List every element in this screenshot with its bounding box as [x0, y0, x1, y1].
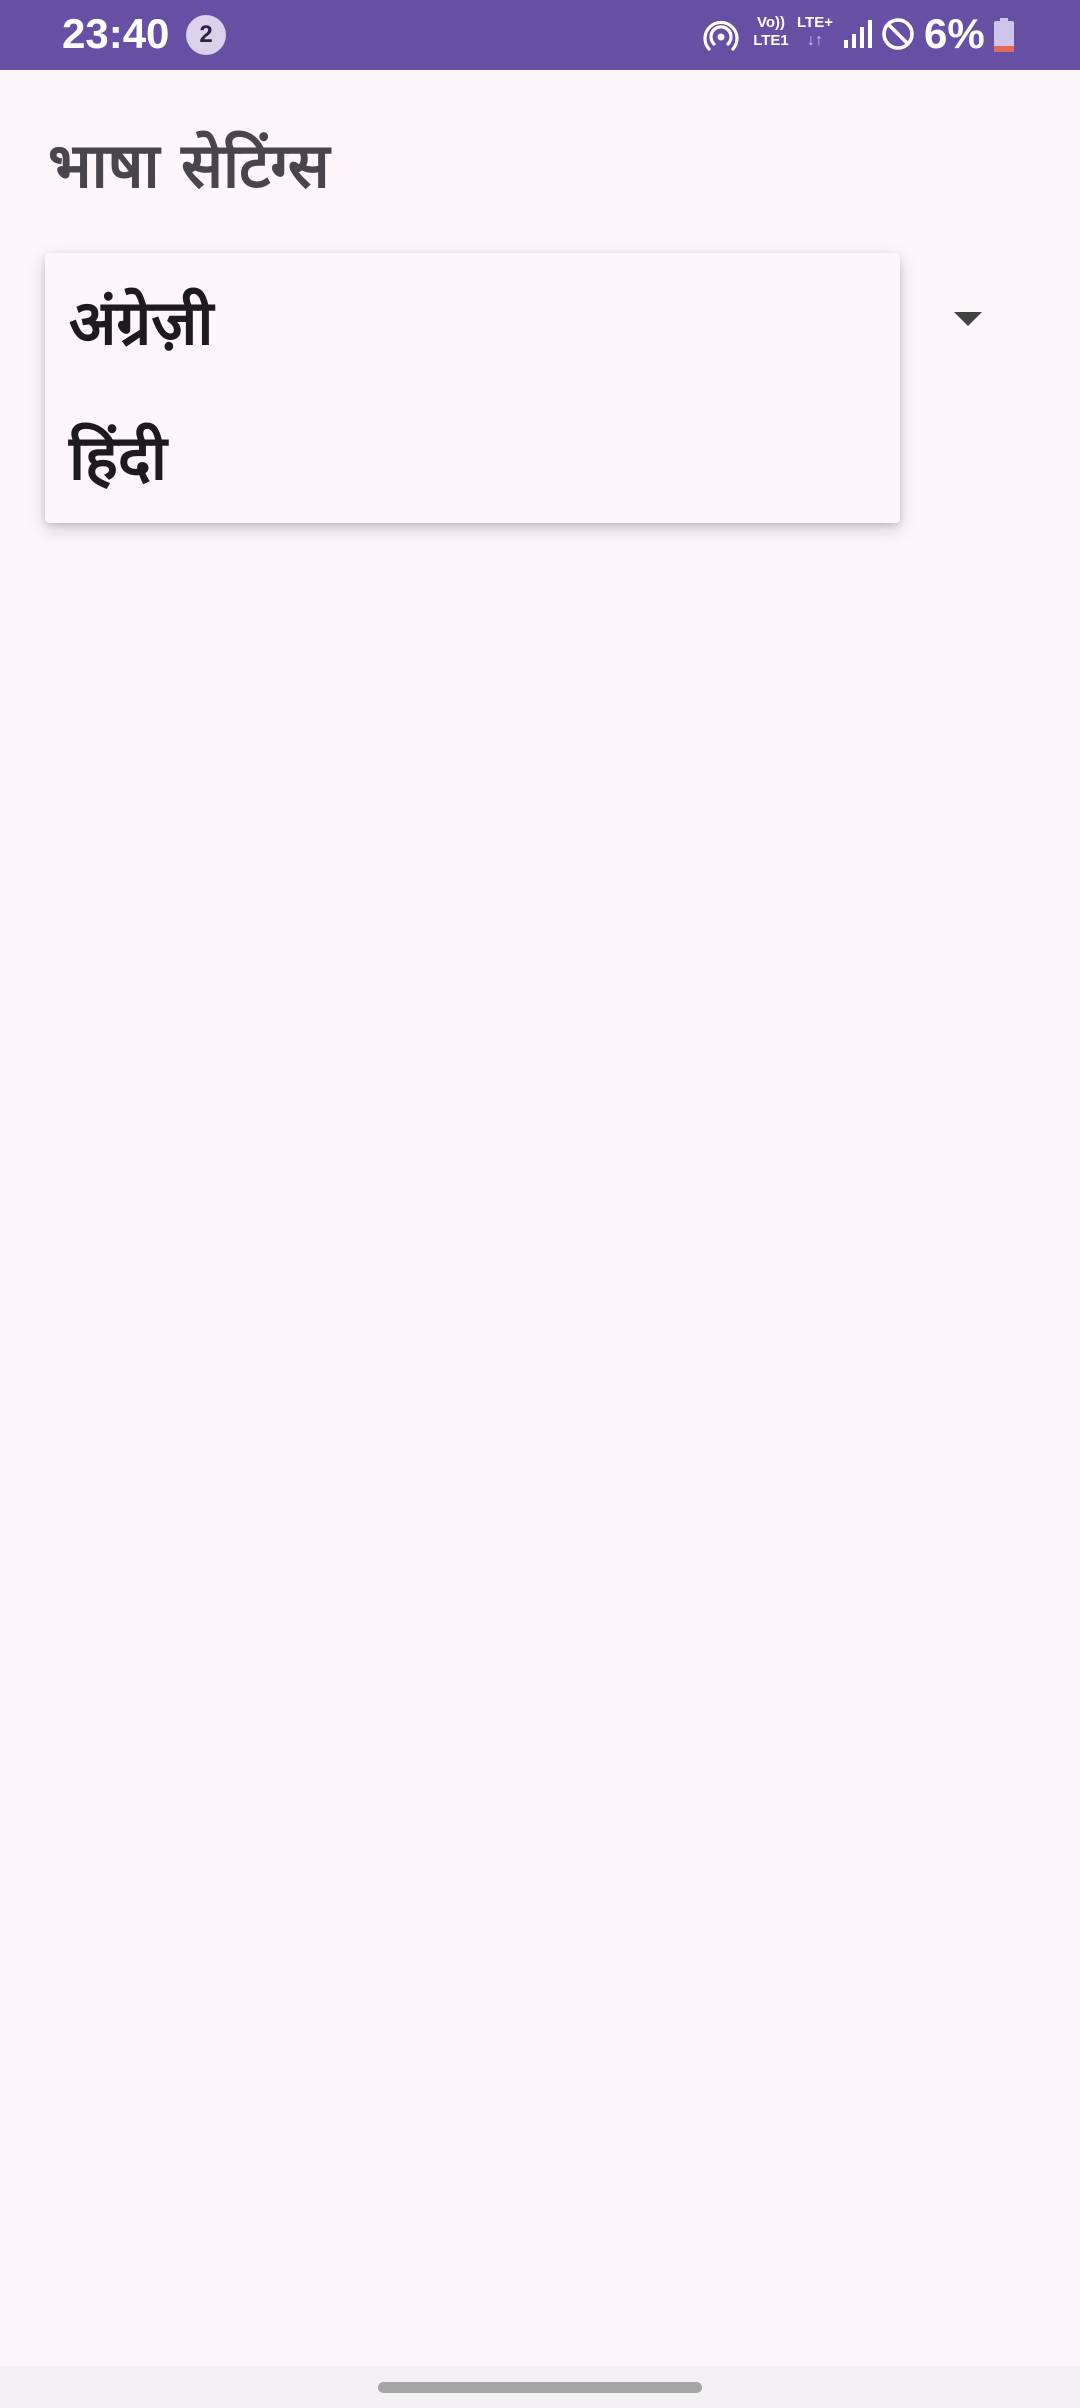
- data-activity-arrows: ↓↑: [807, 32, 823, 49]
- status-bar: 23:40 2 Vo)) LTE1 LTE+ ↓↑ 6%: [0, 0, 1080, 70]
- volte-icon: Vo)) LTE1: [750, 14, 792, 54]
- gesture-handle[interactable]: [378, 2382, 702, 2393]
- lte-label: LTE+: [797, 14, 833, 31]
- volte-top-label: Vo)): [756, 14, 786, 31]
- page-title: भाषा सेटिंग्स: [48, 129, 330, 202]
- language-option-english[interactable]: अंग्रेज़ी: [69, 283, 213, 363]
- dnd-icon: [882, 18, 914, 50]
- battery-icon: [994, 18, 1014, 52]
- volte-bottom-label: LTE1: [753, 32, 789, 49]
- caret-down-icon[interactable]: [954, 312, 982, 326]
- battery-percentage: 6%: [924, 10, 985, 57]
- language-option-hindi[interactable]: हिंदी: [69, 418, 167, 498]
- lte-icon: LTE+ ↓↑: [793, 14, 837, 54]
- signal-icon: [844, 20, 872, 48]
- navigation-bar: [0, 2366, 1080, 2408]
- language-dropdown-menu: अंग्रेज़ी हिंदी: [45, 253, 900, 523]
- notification-count-badge: 2: [186, 15, 226, 55]
- status-time: 23:40: [62, 10, 170, 57]
- hotspot-icon: [703, 20, 739, 51]
